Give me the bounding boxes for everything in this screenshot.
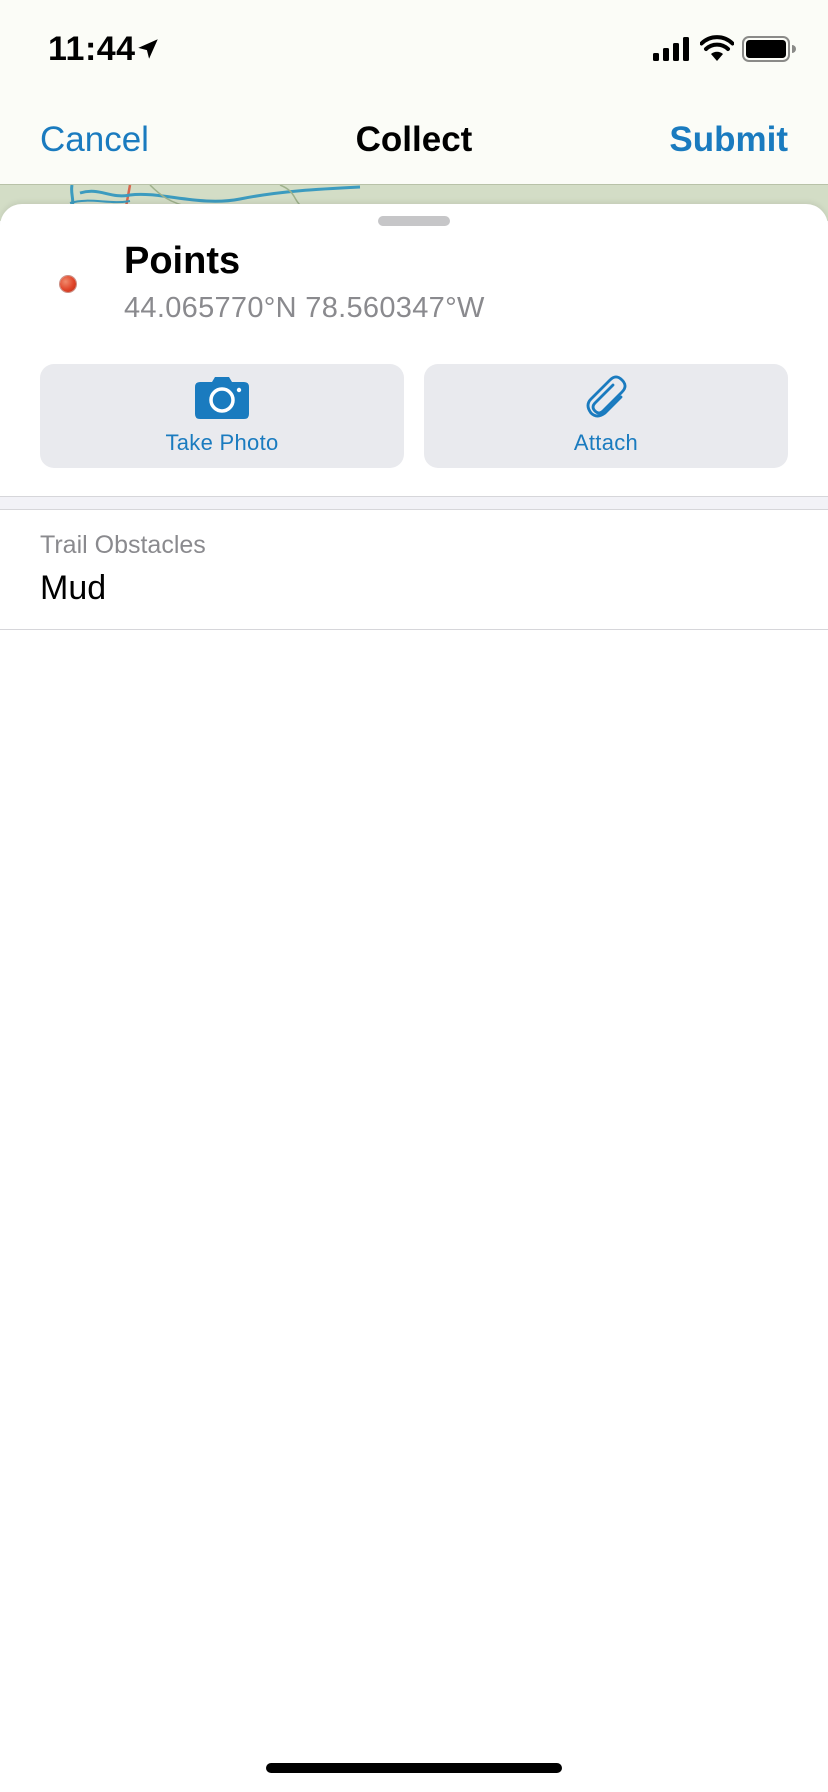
home-indicator[interactable] — [266, 1763, 562, 1773]
submit-button[interactable]: Submit — [669, 120, 788, 160]
sheet-grabber-handle[interactable] — [378, 216, 450, 226]
section-divider — [0, 496, 828, 510]
field-separator — [0, 629, 828, 630]
camera-icon — [195, 377, 249, 419]
status-time: 11:44 — [48, 30, 136, 68]
feature-layer-title: Points — [124, 240, 241, 282]
take-photo-label: Take Photo — [165, 430, 279, 455]
field-trail-obstacles[interactable]: Trail Obstacles Mud — [0, 509, 828, 633]
attach-label: Attach — [573, 430, 639, 455]
point-marker-icon — [60, 276, 76, 292]
field-value: Mud — [40, 569, 107, 607]
feature-coordinates: 44.065770°N 78.560347°W — [124, 292, 485, 324]
camera-icon-wrap — [40, 376, 404, 420]
status-bar: 11:44 — [0, 0, 828, 100]
paperclip-icon-wrap — [424, 375, 788, 420]
paperclip-icon — [586, 375, 627, 418]
field-label: Trail Obstacles — [40, 531, 206, 559]
collect-sheet: Points 44.065770°N 78.560347°W Take Phot… — [0, 204, 828, 1792]
location-arrow-icon — [138, 39, 158, 59]
battery-icon — [742, 36, 796, 62]
top-area: 11:44 Cancel Collect Submit — [0, 0, 828, 185]
take-photo-button[interactable]: Take Photo — [40, 364, 404, 468]
cellular-signal-icon — [653, 37, 689, 61]
navigation-bar: Cancel Collect Submit — [0, 100, 828, 184]
attach-button[interactable]: Attach — [424, 364, 788, 468]
wifi-icon — [700, 35, 734, 61]
